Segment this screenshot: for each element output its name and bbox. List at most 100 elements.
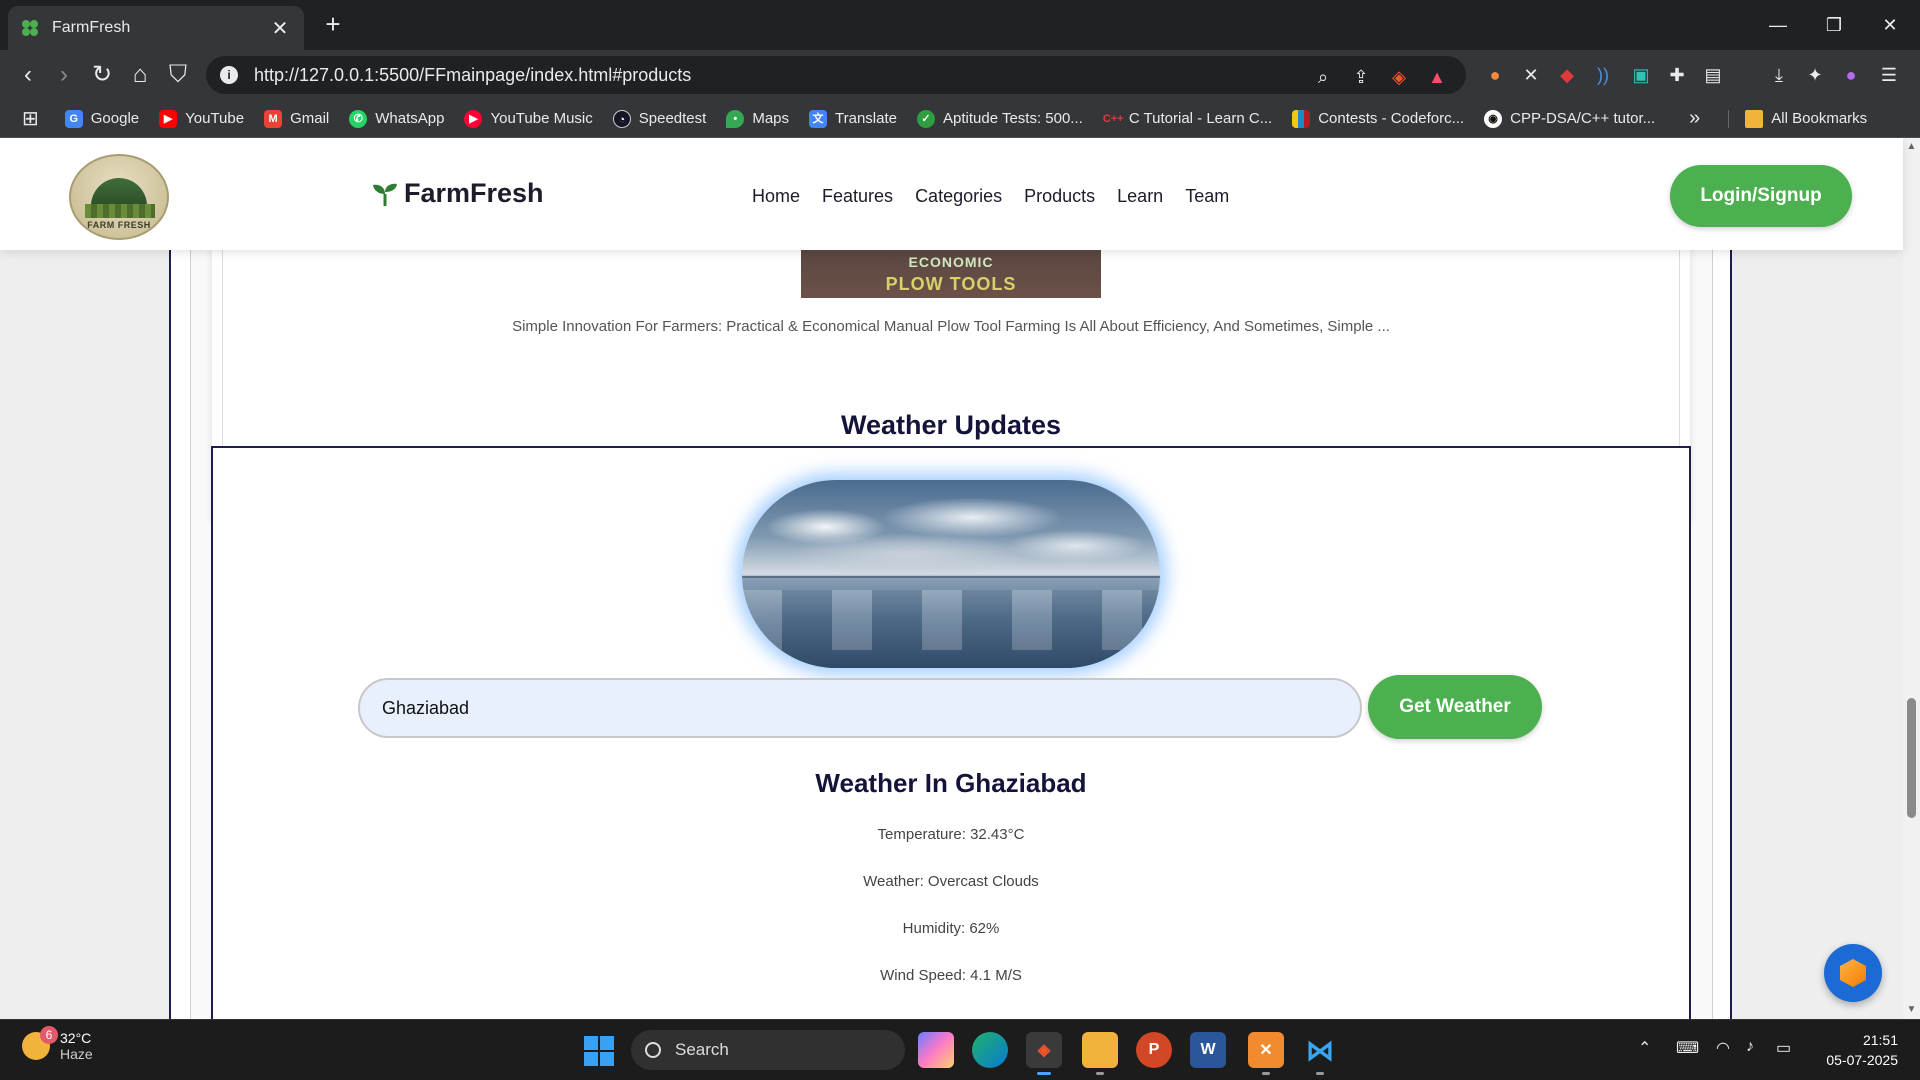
taskbar-condition: Haze bbox=[60, 1046, 93, 1062]
wifi-icon[interactable]: ◠ bbox=[1716, 1038, 1730, 1058]
image-caption-line2: PLOW TOOLS bbox=[885, 274, 1017, 294]
zoom-icon[interactable]: ⌕ bbox=[1310, 64, 1336, 90]
youtube-icon: ▶ bbox=[159, 109, 178, 128]
apps-grid-icon[interactable]: ⊞ bbox=[22, 106, 39, 131]
login-signup-button[interactable]: Login/Signup bbox=[1670, 165, 1852, 227]
weather-condition: Weather: Overcast Clouds bbox=[863, 873, 1039, 890]
bookmark-whatsapp[interactable]: ✆ WhatsApp bbox=[349, 109, 444, 128]
translate-icon: 文 bbox=[809, 109, 828, 128]
brand[interactable]: FarmFresh bbox=[372, 178, 544, 209]
extension-3-icon[interactable]: )) bbox=[1590, 62, 1616, 88]
system-clock[interactable]: 21:51 05-07-2025 bbox=[1810, 1030, 1898, 1070]
xampp-running-indicator bbox=[1262, 1072, 1270, 1075]
word-icon[interactable]: W bbox=[1190, 1032, 1226, 1068]
bookmark-speedtest[interactable]: ◔ Speedtest bbox=[612, 109, 706, 128]
youtube-music-icon: ▶ bbox=[464, 109, 483, 128]
leo-ai-icon[interactable]: ✦ bbox=[1802, 62, 1828, 88]
nav-learn[interactable]: Learn bbox=[1117, 186, 1163, 207]
weather-widget[interactable]: 6 32°C Haze bbox=[22, 1026, 93, 1062]
close-window-button[interactable]: ✕ bbox=[1870, 8, 1910, 42]
url-text: http://127.0.0.1:5500/FFmainpage/index.h… bbox=[254, 64, 692, 85]
keyboard-icon[interactable]: ⌨ bbox=[1676, 1038, 1699, 1058]
farm-fresh-logo[interactable]: FARM FRESH bbox=[69, 154, 169, 240]
speedtest-icon: ◔ bbox=[612, 109, 631, 128]
share-icon[interactable]: ⇪ bbox=[1348, 64, 1374, 90]
haze-sun-icon: 6 bbox=[22, 1026, 58, 1060]
forward-icon[interactable]: › bbox=[48, 60, 80, 92]
weather-sky-image bbox=[742, 480, 1160, 668]
nav-home[interactable]: Home bbox=[752, 186, 800, 207]
scroll-up-arrow-icon[interactable]: ▲ bbox=[1906, 141, 1917, 152]
menu-icon[interactable]: ☰ bbox=[1876, 62, 1902, 88]
weather-temperature: Temperature: 32.43°C bbox=[877, 826, 1025, 843]
logo-barn bbox=[91, 178, 147, 206]
bookmark-maps[interactable]: • Maps bbox=[726, 109, 789, 128]
main-nav: Home Features Categories Products Learn … bbox=[752, 186, 1229, 207]
tab-close-icon[interactable]: ✕ bbox=[268, 16, 292, 41]
start-windows-icon[interactable] bbox=[584, 1036, 614, 1066]
tray-overflow-icon[interactable]: ⌃ bbox=[1638, 1038, 1651, 1058]
brave-rewards-icon[interactable]: ▲ bbox=[1424, 64, 1450, 90]
new-tab-button[interactable]: + bbox=[318, 10, 348, 40]
extension-1-icon[interactable]: ● bbox=[1482, 62, 1508, 88]
bookmark-github-cpp-dsa[interactable]: ◉ CPP-DSA/C++ tutor... bbox=[1484, 109, 1655, 128]
city-input[interactable] bbox=[358, 678, 1362, 738]
browser-tab-active[interactable]: FarmFresh ✕ bbox=[8, 6, 304, 50]
nav-categories[interactable]: Categories bbox=[915, 186, 1002, 207]
site-info-icon[interactable]: i bbox=[220, 66, 238, 84]
all-bookmarks-folder[interactable]: All Bookmarks bbox=[1728, 109, 1867, 128]
bookmark-youtube-music[interactable]: ▶ YouTube Music bbox=[464, 109, 593, 128]
vscode-icon[interactable]: ⋈ bbox=[1302, 1032, 1338, 1068]
extensions-puzzle-icon[interactable]: ✚ bbox=[1664, 62, 1690, 88]
horizon-line bbox=[742, 576, 1160, 578]
home-icon[interactable]: ⌂ bbox=[124, 60, 156, 92]
explorer-running-indicator bbox=[1096, 1072, 1104, 1075]
bookmark-codeforces[interactable]: Contests - Codeforc... bbox=[1292, 109, 1464, 128]
battery-icon[interactable]: ▭ bbox=[1776, 1038, 1791, 1058]
powerpoint-icon[interactable]: P bbox=[1136, 1032, 1172, 1068]
nav-products[interactable]: Products bbox=[1024, 186, 1095, 207]
bookmark-youtube[interactable]: ▶ YouTube bbox=[159, 109, 244, 128]
scrollbar-thumb[interactable] bbox=[1907, 698, 1916, 818]
get-weather-button[interactable]: Get Weather bbox=[1368, 675, 1542, 739]
bookmark-gmail[interactable]: M Gmail bbox=[264, 109, 329, 128]
weather-wind-speed: Wind Speed: 4.1 M/S bbox=[880, 967, 1022, 984]
edge-icon[interactable] bbox=[972, 1032, 1008, 1068]
bookmark-aptitude-tests[interactable]: ✓ Aptitude Tests: 500... bbox=[917, 109, 1083, 128]
file-explorer-icon[interactable] bbox=[1082, 1032, 1118, 1068]
bookmark-translate[interactable]: 文 Translate bbox=[809, 109, 897, 128]
address-bar[interactable]: i http://127.0.0.1:5500/FFmainpage/index… bbox=[206, 56, 1466, 94]
reload-icon[interactable]: ↻ bbox=[86, 60, 118, 92]
copilot-icon[interactable] bbox=[918, 1032, 954, 1068]
tab-title: FarmFresh bbox=[52, 19, 131, 36]
folder-icon bbox=[1745, 109, 1764, 128]
brave-shields-icon[interactable]: ◈ bbox=[1386, 64, 1412, 90]
brave-icon[interactable]: ◈ bbox=[1026, 1032, 1062, 1068]
bookmark-icon[interactable]: ⛉ bbox=[162, 60, 194, 92]
taskbar-temperature: 32°C bbox=[60, 1030, 92, 1046]
xampp-icon[interactable]: ✕ bbox=[1248, 1032, 1284, 1068]
clock-time: 21:51 bbox=[1862, 1032, 1898, 1048]
download-icon[interactable]: ⤓ bbox=[1766, 62, 1792, 88]
nav-features[interactable]: Features bbox=[822, 186, 893, 207]
scroll-down-arrow-icon[interactable]: ▼ bbox=[1906, 1004, 1917, 1015]
codeforces-icon bbox=[1292, 109, 1311, 128]
page-scrollbar[interactable]: ▲ ▼ bbox=[1903, 138, 1920, 1019]
bookmarks-overflow-button[interactable]: » bbox=[1689, 107, 1700, 130]
back-icon[interactable]: ‹ bbox=[12, 60, 44, 92]
nav-team[interactable]: Team bbox=[1185, 186, 1229, 207]
profile-avatar-icon[interactable]: ● bbox=[1838, 62, 1864, 88]
extension-x-icon[interactable]: ✕ bbox=[1518, 62, 1544, 88]
extension-4-icon[interactable]: ▣ bbox=[1628, 62, 1654, 88]
bookmark-google[interactable]: G Google bbox=[64, 109, 139, 128]
restore-button[interactable]: ❐ bbox=[1814, 8, 1854, 42]
extension-2-icon[interactable]: ◆ bbox=[1554, 62, 1580, 88]
reading-list-icon[interactable]: ▤ bbox=[1700, 62, 1726, 88]
taskbar-search[interactable]: Search bbox=[631, 1030, 905, 1070]
floating-assistant-button[interactable] bbox=[1824, 944, 1882, 1002]
maps-icon: • bbox=[726, 109, 745, 128]
image-caption-line1: ECONOMIC bbox=[908, 254, 994, 270]
minimize-button[interactable]: — bbox=[1758, 8, 1798, 42]
volume-icon[interactable]: ♪ bbox=[1746, 1038, 1754, 1056]
bookmark-c-tutorial[interactable]: C++ C Tutorial - Learn C... bbox=[1102, 109, 1272, 128]
